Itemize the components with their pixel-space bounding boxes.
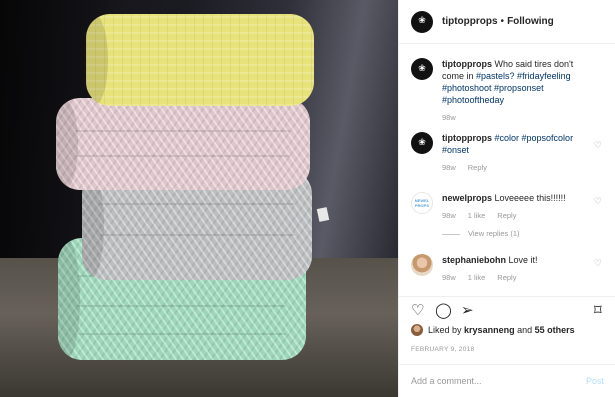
bookmark-icon[interactable]: ⌑ [594, 303, 602, 318]
wall-tag [316, 207, 330, 222]
likes-prefix: Liked by [428, 325, 462, 335]
comment-item: stephaniebohn Love it! 98w 1 like Reply [411, 254, 611, 284]
avatar[interactable]: ❀ [411, 10, 433, 33]
comment-item: ❀ tiptopprops #color #popsofcolor #onset… [411, 132, 611, 174]
caption-age: 98w [442, 113, 456, 122]
liker-avatar[interactable] [411, 324, 423, 336]
comment-age: 98w [442, 163, 456, 172]
follow-button[interactable]: Following [507, 16, 554, 27]
instagram-post: ❀ tiptopprops • Following ❀ tiptopprops … [0, 0, 615, 397]
avatar[interactable]: ❀ [411, 58, 433, 80]
comments-list: ❀ tiptopprops Who said tires don't come … [399, 44, 615, 294]
post-header: ❀ tiptopprops • Following [399, 0, 615, 44]
action-bar: ♡ ◯ ➢ ⌑ [399, 296, 615, 324]
comment-username[interactable]: tiptopprops [442, 133, 492, 143]
comment-item: NEWEL PROPS newelprops Loveeeee this!!!!… [411, 192, 611, 240]
comment-username[interactable]: stephaniebohn [442, 255, 506, 265]
view-replies-button[interactable]: View replies (1) [442, 228, 592, 240]
share-icon[interactable]: ➢ [461, 303, 474, 318]
reply-button[interactable]: Reply [497, 272, 516, 284]
avatar-logo-icon: ❀ [418, 16, 426, 26]
comment-username[interactable]: newelprops [442, 193, 492, 203]
liker-username[interactable]: krysanneng [464, 325, 515, 335]
avatar-logo-icon: ❀ [418, 137, 426, 148]
comment-icon[interactable]: ◯ [435, 303, 452, 318]
divider [442, 233, 460, 235]
caption: ❀ tiptopprops Who said tires don't come … [411, 58, 611, 124]
comment-age: 98w [442, 273, 456, 282]
view-replies-label[interactable]: View replies (1) [468, 228, 520, 240]
tire-pink [56, 98, 310, 190]
tire-yellow [86, 14, 314, 106]
reply-button[interactable]: Reply [468, 162, 487, 174]
comment-likes[interactable]: 1 like [468, 210, 486, 222]
post-date[interactable]: FEBRUARY 9, 2018 [411, 346, 474, 353]
caption-username[interactable]: tiptopprops [442, 59, 492, 69]
likes-summary: Liked by krysanneng and 55 others [411, 324, 575, 336]
heart-icon[interactable]: ♡ [594, 141, 602, 151]
avatar[interactable]: ❀ [411, 132, 433, 154]
comment-input[interactable]: Add a comment... [411, 376, 482, 386]
post-details-panel: ❀ tiptopprops • Following ❀ tiptopprops … [398, 0, 615, 397]
heart-icon[interactable]: ♡ [594, 259, 602, 269]
comment-likes[interactable]: 1 like [468, 272, 486, 284]
header-separator: • [500, 16, 505, 27]
heart-icon[interactable]: ♡ [594, 197, 602, 207]
avatar[interactable]: NEWEL PROPS [411, 192, 433, 214]
reply-button[interactable]: Reply [497, 210, 516, 222]
comment-text: Loveeeee this!!!!!! [494, 193, 566, 203]
likes-others[interactable]: 55 others [535, 325, 575, 335]
avatar[interactable] [411, 254, 433, 276]
add-comment-bar: Add a comment... Post [399, 364, 615, 397]
likes-middle: and [517, 325, 533, 335]
heart-icon[interactable]: ♡ [411, 303, 424, 318]
post-button[interactable]: Post [586, 376, 604, 386]
header-username[interactable]: tiptopprops [442, 16, 498, 27]
avatar-logo-icon: ❀ [418, 63, 426, 74]
post-photo[interactable] [0, 0, 398, 397]
comment-text: Love it! [508, 255, 538, 265]
comment-age: 98w [442, 211, 456, 220]
